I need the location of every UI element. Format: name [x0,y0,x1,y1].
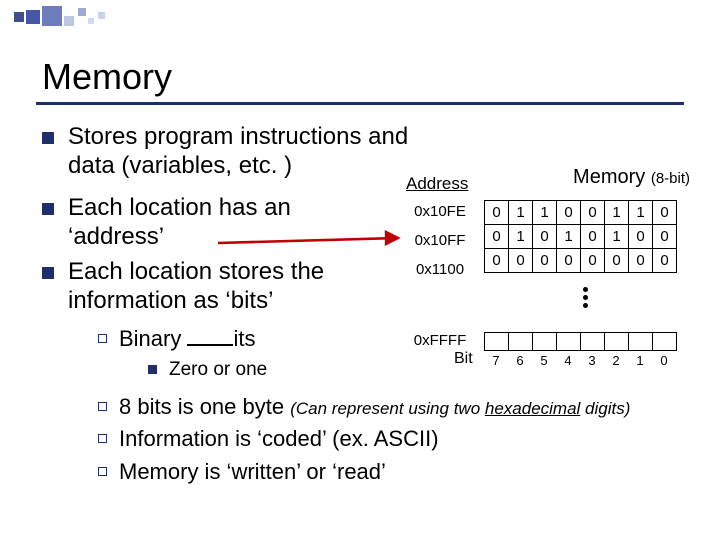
bullet-text: Each location has an ‘address’ [68,193,348,252]
memory-last-row [484,332,677,351]
address-label: 0x10FF [404,232,476,249]
address-label: 0xFFFF [404,332,476,349]
subbullet-icon [98,334,107,343]
table-row: 00000000 [485,249,677,273]
address-heading: Address [406,174,468,194]
subbullet-text: Binary its [119,326,255,353]
slide-title: Memory [42,56,172,98]
blank-line [187,326,233,346]
bullet-icon [42,203,54,215]
memory-table: 01100110 01010100 00000000 [484,200,677,273]
bullet-icon [42,132,54,144]
table-row: 01100110 [485,201,677,225]
subsubbullet-text: Zero or one [169,358,267,381]
address-label: 0x10FE [404,203,476,220]
bullet-icon [42,267,54,279]
bullet-text: Each location stores the information as … [68,257,378,316]
memory-heading: Memory (8-bit) [573,166,690,189]
subbullet-icon [98,402,107,411]
subbullet-text: Information is ‘coded’ (ex. ASCII) [119,426,439,453]
slide-deco-squares [14,0,154,36]
subsubbullet-icon [148,365,157,374]
title-rule [36,102,684,105]
bit-indices: 76543210 [484,352,684,370]
subbullet-text: 8 bits is one byte (Can represent using … [119,394,630,421]
subbullet-icon [98,467,107,476]
ellipsis-icon [580,284,590,311]
subbullet-text: Memory is ‘written’ or ‘read’ [119,459,386,486]
subbullet-icon [98,434,107,443]
address-label: 0x1100 [404,261,476,278]
bit-label: Bit [454,350,473,368]
bullet-text: Stores program instructions and data (va… [68,122,418,181]
table-row: 01010100 [485,225,677,249]
